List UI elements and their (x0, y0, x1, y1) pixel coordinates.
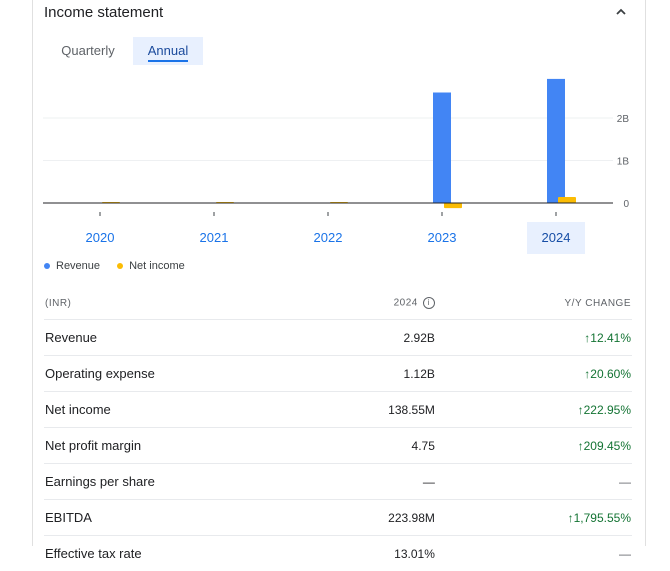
row-label: Operating expense (44, 356, 315, 392)
tab-annual[interactable]: Annual (133, 37, 203, 65)
table-row: Effective tax rate13.01%— (44, 536, 632, 571)
legend-net-income-label: Net income (129, 260, 185, 272)
legend-net-income: Net income (117, 260, 185, 272)
row-change: ↑12.41% (436, 320, 632, 356)
income-chart: 0 1B 2B (33, 70, 645, 220)
year-button-2024[interactable]: 2024 (527, 222, 585, 254)
year-button-2020[interactable]: 2020 (71, 222, 129, 254)
table-row: Net income138.55M↑222.95% (44, 392, 632, 428)
row-label: Effective tax rate (44, 536, 315, 571)
row-value: 4.75 (315, 428, 436, 464)
y-tick-label: 0 (623, 199, 629, 210)
y-tick-label: 1B (617, 157, 630, 168)
row-change: — (436, 536, 632, 571)
row-change: ↑1,795.55% (436, 500, 632, 536)
currency-header: (INR) (44, 287, 315, 320)
chart-legend: Revenue Net income (44, 260, 199, 272)
tab-annual-label: Annual (148, 43, 188, 58)
table-row: Net profit margin4.75↑209.45% (44, 428, 632, 464)
row-change: ↑222.95% (436, 392, 632, 428)
y-tick-label: 2B (617, 114, 630, 125)
section-title: Income statement (44, 4, 163, 21)
table-row: EBITDA223.98M↑1,795.55% (44, 500, 632, 536)
tab-quarterly[interactable]: Quarterly (47, 37, 129, 65)
row-value: 13.01% (315, 536, 436, 571)
table-header-row: (INR) 2024 i Y/Y CHANGE (44, 287, 632, 320)
row-value: — (315, 464, 436, 500)
net-income-bar (444, 203, 462, 208)
revenue-bar (433, 93, 451, 204)
row-change: ↑209.45% (436, 428, 632, 464)
legend-revenue: Revenue (44, 260, 100, 272)
table-row: Operating expense1.12B↑20.60% (44, 356, 632, 392)
row-change: ↑20.60% (436, 356, 632, 392)
year-button-2023[interactable]: 2023 (413, 222, 471, 254)
year-button-2021[interactable]: 2021 (185, 222, 243, 254)
table-row: Revenue2.92B↑12.41% (44, 320, 632, 356)
legend-revenue-label: Revenue (56, 260, 100, 272)
info-icon[interactable]: i (423, 297, 435, 309)
table-row: Earnings per share—— (44, 464, 632, 500)
income-table: (INR) 2024 i Y/Y CHANGE Revenue2.92B↑12.4… (44, 287, 632, 571)
row-label: EBITDA (44, 500, 315, 536)
legend-revenue-dot (44, 263, 50, 269)
year-button-2022[interactable]: 2022 (299, 222, 357, 254)
revenue-bar (547, 79, 565, 203)
period-header: 2024 i (315, 287, 436, 320)
row-label: Revenue (44, 320, 315, 356)
row-label: Net profit margin (44, 428, 315, 464)
row-value: 2.92B (315, 320, 436, 356)
change-header: Y/Y CHANGE (436, 287, 632, 320)
net-income-bar (558, 197, 576, 203)
income-statement-card: Income statement Quarterly Annual 01B2B … (32, 0, 646, 546)
row-label: Earnings per share (44, 464, 315, 500)
tab-active-indicator (148, 60, 188, 62)
row-change: — (436, 464, 632, 500)
legend-net-income-dot (117, 263, 123, 269)
row-value: 1.12B (315, 356, 436, 392)
row-value: 223.98M (315, 500, 436, 536)
row-value: 138.55M (315, 392, 436, 428)
tab-quarterly-label: Quarterly (61, 43, 114, 58)
chevron-up-icon[interactable] (613, 4, 629, 20)
row-label: Net income (44, 392, 315, 428)
period-header-label: 2024 (394, 298, 418, 309)
